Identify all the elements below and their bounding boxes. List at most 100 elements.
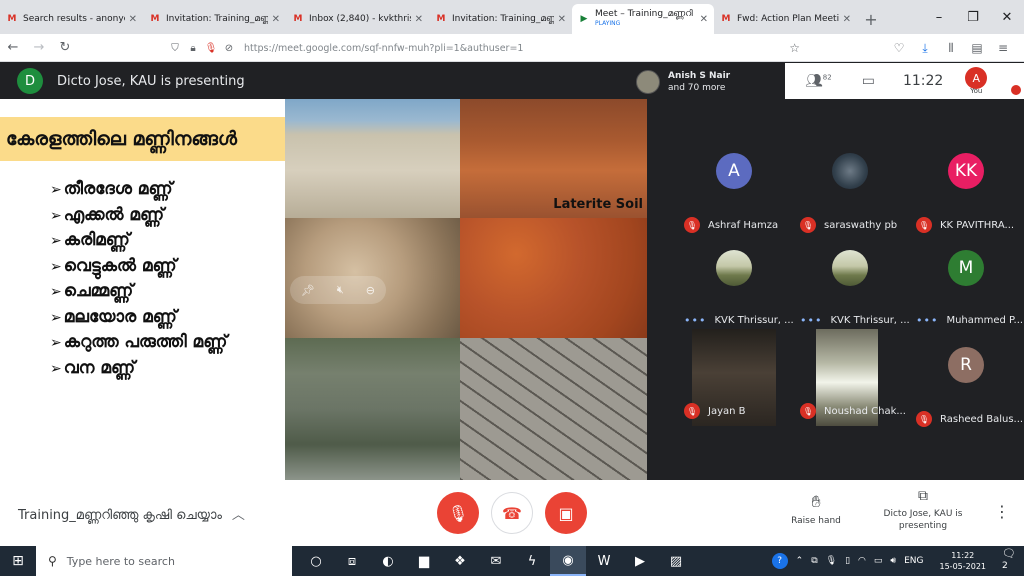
edge-icon[interactable]: ◐ [370, 546, 406, 576]
wifi-icon[interactable]: ◠ [858, 556, 866, 566]
more-options-icon[interactable]: ⋮ [994, 502, 1010, 521]
meet-top-controls: 👥︎82 ▭ 11:22 A You [785, 63, 1024, 99]
participant-tile[interactable]: 🎙︎ saraswathy pb [792, 135, 908, 233]
presentation-button[interactable]: ⧉ Dicto Jose, KAU is presenting [880, 488, 966, 532]
task-view-icon[interactable]: ⧈ [334, 546, 370, 576]
camera-toggle-button[interactable]: ▣ [545, 492, 587, 534]
file-explorer-icon[interactable]: ▆ [406, 546, 442, 576]
browser-tab-3[interactable]: M Invitation: Training_മണ്ണ ✕ [429, 4, 572, 34]
browser-tab-1[interactable]: M Invitation: Training_മണ്ണ ✕ [143, 4, 286, 34]
lightning-app-icon[interactable]: ϟ [514, 546, 550, 576]
url-text[interactable]: https://meet.google.com/sqf-nnfw-muh?pli… [244, 43, 523, 54]
browser-tab-4[interactable]: ▶ Meet – Training_മണ്ണറി PLAYING ✕ [572, 4, 714, 34]
mail-icon[interactable]: ✉ [478, 546, 514, 576]
chat-icon[interactable]: ▭ [862, 73, 875, 89]
participant-avatar: KK [948, 153, 984, 189]
forward-icon[interactable]: → [26, 40, 52, 55]
taskbar-search-placeholder: Type here to search [66, 554, 175, 568]
media-player-icon[interactable]: ▶ [622, 546, 658, 576]
participant-name: Rasheed Balus... [940, 413, 1024, 425]
microphone-toggle-button[interactable]: 🎙︎ [437, 492, 479, 534]
taskbar-clock[interactable]: 11:22 15-05-2021 [936, 550, 991, 572]
meeting-details-button[interactable]: Training_മണ്ണറിഞ്ഞു കൃഷി ചെയ്യാം ︿ [18, 504, 245, 523]
leave-call-button[interactable]: ☎︎ [491, 492, 533, 534]
close-tab-icon[interactable]: ✕ [272, 14, 280, 25]
slide-bullet-item: കരിമണ്ണ് [50, 230, 227, 256]
viewers-summary[interactable]: Anish S Nair and 70 more [636, 66, 784, 98]
participant-tile[interactable]: A 🎙︎ Ashraf Hamza [676, 135, 792, 233]
taskbar-search[interactable]: ⚲ Type here to search [36, 546, 292, 576]
participant-avatar: R [948, 347, 984, 383]
gmail-icon: M [721, 14, 731, 24]
gmail-icon: M [7, 14, 17, 24]
laterite-soil-label: Laterite Soil [553, 197, 643, 212]
menu-icon[interactable]: ≡ [990, 41, 1016, 55]
participant-tile[interactable]: 🎙︎ Jayan B [676, 329, 792, 426]
pocket-icon[interactable]: ♡ [886, 41, 912, 55]
close-window-icon[interactable]: ✕ [990, 10, 1024, 25]
self-avatar[interactable]: A You [965, 67, 988, 95]
tray-overflow-icon[interactable]: ⌃ [796, 556, 804, 566]
viewer-avatar [636, 70, 660, 94]
tray-app-icon[interactable]: ⧉ [811, 556, 817, 566]
battery-icon[interactable]: ▭ [874, 556, 883, 566]
self-avatar-initial: A [965, 67, 988, 89]
close-tab-icon[interactable]: ✕ [415, 14, 423, 25]
sidebar-icon[interactable]: ▤ [964, 41, 990, 55]
tray-device-icon[interactable]: ▯ [845, 556, 850, 566]
mic-off-icon: 🎙︎ [447, 503, 469, 523]
minimize-presentation-icon[interactable]: ⊖ [366, 284, 375, 297]
slide-bullet-item: എക്കൽ മണ്ണ് [50, 205, 227, 231]
browser-tab-0[interactable]: M Search results - anonyev ✕ [0, 4, 143, 34]
taskbar-date: 15-05-2021 [939, 562, 987, 571]
downloads-icon[interactable]: ⤓ [912, 41, 938, 56]
restore-icon[interactable]: ❐ [956, 10, 990, 25]
participant-tile[interactable]: M ••• Muhammed P... [908, 232, 1024, 329]
raise-hand-button[interactable]: ✋︎ Raise hand [782, 492, 850, 526]
participant-tile[interactable]: R 🎙︎ Rasheed Balus... [908, 329, 1024, 427]
close-tab-icon[interactable]: ✕ [129, 14, 137, 25]
gmail-icon: M [293, 14, 303, 24]
close-tab-icon[interactable]: ✕ [700, 14, 708, 25]
people-button[interactable]: 👥︎82 [805, 73, 832, 89]
participant-tile[interactable]: 🎙︎ Noushad Chak... [792, 329, 908, 426]
browser-tab-5[interactable]: M Fwd: Action Plan Meeting ✕ [714, 4, 857, 34]
language-indicator[interactable]: ENG [904, 556, 923, 566]
help-icon[interactable]: ? [771, 553, 788, 569]
windows-start-icon[interactable]: ⊞ [0, 546, 36, 576]
volume-icon[interactable]: 🔊︎ [890, 556, 896, 566]
tab-title: Meet – Training_മണ്ണറി PLAYING [595, 9, 696, 29]
notifications-icon[interactable]: 🗨︎2 [1002, 547, 1020, 576]
word-icon[interactable]: W [586, 546, 622, 576]
minimize-icon[interactable]: – [922, 10, 956, 25]
presentation-tools-overlay[interactable]: 📌︎ 🔇︎ ⊖ [290, 276, 386, 304]
new-tab-button[interactable]: + [857, 4, 885, 34]
close-tab-icon[interactable]: ✕ [558, 14, 566, 25]
photos-icon[interactable]: ▨ [658, 546, 694, 576]
pin-icon[interactable]: 📌︎ [301, 284, 315, 297]
tray-mic-icon[interactable]: 🎙︎ [826, 556, 837, 566]
slide-bullet-item: മലയോര മണ്ണ് [50, 307, 227, 333]
cortana-icon[interactable]: ○ [298, 546, 334, 576]
participant-tile[interactable]: ••• KVK Thrissur, ... [792, 232, 910, 329]
participant-tile[interactable]: ••• KVK Thrissur, ... [676, 232, 794, 329]
reload-icon[interactable]: ↻ [52, 40, 78, 55]
slide-bullet-list: തീരദേശ മണ്ണ്എക്കൽ മണ്ണ്കരിമണ്ണ്വെട്ടുകൽ … [50, 179, 228, 383]
bookmark-star-icon[interactable]: ☆ [789, 41, 800, 55]
close-tab-icon[interactable]: ✕ [843, 14, 851, 25]
dropbox-icon[interactable]: ❖ [442, 546, 478, 576]
library-icon[interactable]: ⫴ [938, 41, 964, 56]
tab-title: Search results - anonyev [23, 14, 125, 24]
address-bar[interactable]: ⛉ 🔒︎ 🎙︎ ⊘ https://meet.google.com/sqf-nn… [166, 37, 806, 59]
firefox-icon[interactable]: ◉ [550, 546, 586, 576]
back-icon[interactable]: ← [0, 40, 26, 55]
mute-presentation-icon[interactable]: 🔇︎ [337, 283, 344, 297]
slide-title: കേരളത്തിലെ മണ്ണിനങ്ങൾ [0, 117, 285, 161]
camera-blocked-icon[interactable]: ⊘ [220, 43, 238, 54]
shield-icon[interactable]: ⛉ [166, 43, 184, 54]
microphone-permission-icon[interactable]: 🎙︎ [202, 43, 220, 54]
tab-title: Invitation: Training_മണ്ണ [166, 14, 268, 24]
browser-tab-2[interactable]: M Inbox (2,840) - kvkthrissur ✕ [286, 4, 429, 34]
lock-icon[interactable]: 🔒︎ [184, 43, 202, 54]
participant-tile[interactable]: KK 🎙︎ KK PAVITHRA... [908, 135, 1024, 233]
